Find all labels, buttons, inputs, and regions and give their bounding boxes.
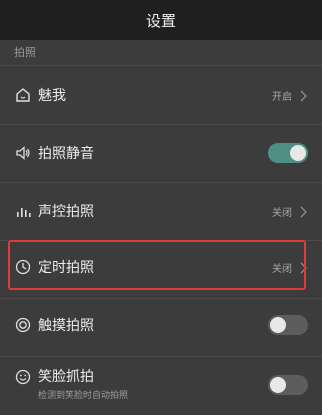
setting-value: 关闭 (272, 207, 292, 219)
setting-row-mute[interactable]: 拍照静音 (0, 124, 322, 182)
touch-circle-icon (14, 316, 32, 334)
toggle-knob (290, 145, 306, 161)
chevron-right-icon (298, 204, 308, 218)
setting-label: 魅我 (38, 88, 66, 104)
touch-toggle[interactable] (268, 315, 308, 335)
toggle-knob (270, 377, 286, 393)
setting-value: 开启 (272, 91, 292, 103)
setting-sublabel: 检测到笑脸时自动拍照 (38, 391, 129, 401)
home-face-icon (14, 86, 32, 104)
chevron-right-icon (298, 260, 308, 274)
page-title: 设置 (145, 11, 176, 30)
setting-label: 笑脸抓拍 (38, 369, 94, 385)
setting-label: 拍照静音 (38, 146, 94, 162)
setting-row-meiwo[interactable]: 魅我 开启 (0, 66, 322, 124)
setting-row-touch[interactable]: 触摸拍照 (0, 296, 322, 354)
setting-row-voice[interactable]: 声控拍照 关闭 (0, 182, 322, 240)
setting-value: 关闭 (272, 263, 292, 275)
sound-bars-icon (14, 202, 32, 220)
clock-icon (14, 258, 32, 276)
smile-icon (14, 368, 32, 386)
setting-label: 触摸拍照 (38, 318, 94, 334)
chevron-right-icon (298, 88, 308, 102)
title-bar: 设置 (0, 0, 322, 40)
speaker-icon (14, 144, 32, 162)
setting-row-timer[interactable]: 定时拍照 关闭 (0, 238, 322, 296)
smile-toggle[interactable] (268, 375, 308, 395)
setting-label: 定时拍照 (38, 260, 94, 276)
setting-row-smile[interactable]: 笑脸抓拍 检测到笑脸时自动拍照 (0, 356, 322, 414)
section-header-camera: 拍照 (14, 46, 36, 59)
setting-label: 声控拍照 (38, 204, 94, 220)
mute-toggle[interactable] (268, 143, 308, 163)
toggle-knob (270, 317, 286, 333)
